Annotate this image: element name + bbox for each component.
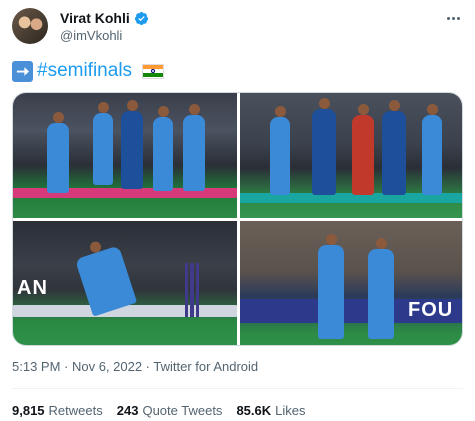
board-text: FOU xyxy=(408,299,454,321)
divider xyxy=(12,388,463,389)
more-options-button[interactable] xyxy=(443,10,463,26)
author-display-name[interactable]: Virat Kohli xyxy=(60,10,130,26)
retweets-stat[interactable]: 9,815 Retweets xyxy=(12,403,103,418)
player-figure xyxy=(270,106,290,195)
more-dot-icon xyxy=(446,16,450,20)
retweets-label: Retweets xyxy=(48,403,103,418)
media-grid: AN FOU xyxy=(12,92,463,346)
player-figure xyxy=(153,106,173,191)
photo-1-team-celebration[interactable] xyxy=(13,93,237,218)
right-arrow-emoji-icon xyxy=(12,60,33,82)
likes-stat[interactable]: 85.6K Likes xyxy=(236,403,305,418)
player-figure xyxy=(93,102,113,185)
stumps-icon xyxy=(185,263,199,317)
player-figure xyxy=(183,104,205,191)
tweet-text: #semifinals xyxy=(12,60,165,82)
author-handle[interactable]: @imVkohli xyxy=(60,28,122,43)
player-figure xyxy=(382,100,406,195)
advertising-board xyxy=(13,305,237,317)
batsman-figure xyxy=(368,238,394,339)
board-text: AN xyxy=(17,277,48,299)
photo-2-team-huddle[interactable] xyxy=(240,93,462,218)
photo-4-batsmen-walking[interactable]: FOU xyxy=(240,221,462,345)
player-figure xyxy=(121,100,143,189)
author-name-row: Virat Kohli xyxy=(60,10,149,26)
engagement-stats: 9,815 Retweets 243 Quote Tweets 85.6K Li… xyxy=(12,403,306,418)
player-figure xyxy=(47,112,69,193)
photo-3-batsman-shot[interactable]: AN xyxy=(13,221,237,345)
hashtag-link[interactable]: #semifinals xyxy=(37,60,132,82)
player-figure xyxy=(312,98,336,195)
likes-label: Likes xyxy=(275,403,306,418)
avatar[interactable] xyxy=(12,8,48,44)
quote-tweets-stat[interactable]: 243 Quote Tweets xyxy=(117,403,223,418)
likes-count: 85.6K xyxy=(236,403,272,418)
india-flag-emoji-icon xyxy=(142,63,165,79)
more-dot-icon xyxy=(451,16,455,20)
verified-badge-icon xyxy=(134,11,148,25)
player-figure xyxy=(352,104,374,195)
quote-tweets-label: Quote Tweets xyxy=(142,403,223,418)
retweets-count: 9,815 xyxy=(12,403,45,418)
tweet-card: Virat Kohli @imVkohli #semifinals AN FOU… xyxy=(0,0,475,421)
more-dot-icon xyxy=(456,16,460,20)
quote-tweets-count: 243 xyxy=(116,403,139,418)
batsman-figure xyxy=(318,234,344,339)
player-figure xyxy=(422,104,442,195)
tweet-timestamp[interactable]: 5:13 PM · Nov 6, 2022 · Twitter for Andr… xyxy=(12,359,258,374)
